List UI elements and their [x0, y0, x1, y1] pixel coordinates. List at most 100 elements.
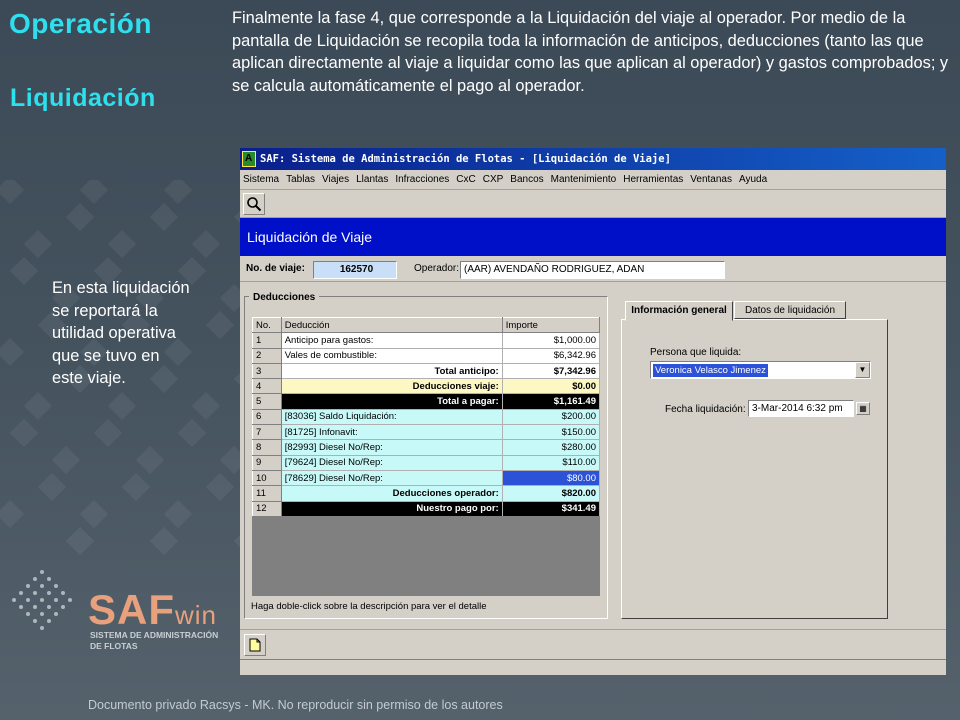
logo-dot	[54, 598, 58, 602]
deductions-table: No. Deducción Importe 1 Anticipo para gas…	[252, 316, 601, 517]
logo-win: win	[175, 600, 218, 630]
diamond-shape	[9, 256, 39, 286]
deduction-description[interactable]: Total anticipo:	[280, 362, 503, 380]
table-row[interactable]: 3 Total anticipo: $7,342.96	[252, 362, 601, 380]
operator-field[interactable]: (AAR) AVENDAÑO RODRIGUEZ, ADAN	[460, 261, 725, 279]
deduction-description[interactable]: Vales de combustible:	[280, 347, 503, 364]
new-document-icon	[249, 638, 261, 652]
menu-bancos[interactable]: Bancos	[510, 174, 543, 185]
deduction-description[interactable]: Total a pagar:	[280, 393, 503, 410]
tab-datos-liquidacion[interactable]: Datos de liquidación	[734, 301, 846, 319]
diamond-shape	[163, 180, 193, 205]
logo-dot	[19, 605, 23, 609]
deduction-description[interactable]: Deducciones viaje:	[280, 378, 503, 395]
column-header-importe[interactable]: Importe	[501, 316, 601, 334]
table-row[interactable]: 9 [79624] Diesel No/Rep: $110.00	[252, 454, 601, 471]
menu-llantas[interactable]: Llantas	[356, 174, 388, 185]
table-row[interactable]: 5 Total a pagar: $1,161.49	[252, 393, 601, 410]
logo-dot	[26, 612, 30, 616]
logo-dot	[33, 605, 37, 609]
deduction-amount: $1,161.49	[501, 393, 601, 410]
logo-dot	[26, 584, 30, 588]
table-row[interactable]: 6 [83036] Saldo Liquidación: $200.00	[252, 408, 601, 426]
menu-sistema[interactable]: Sistema	[243, 174, 279, 185]
deduction-amount: $280.00	[501, 439, 601, 456]
table-row[interactable]: 8 [82993] Diesel No/Rep: $280.00	[252, 439, 601, 456]
row-number: 1	[252, 332, 282, 349]
deduction-description[interactable]: Nuestro pago por:	[280, 500, 503, 517]
menu-cxc[interactable]: CxC	[456, 174, 475, 185]
status-bar	[240, 659, 946, 675]
table-row[interactable]: 10 [78629] Diesel No/Rep: $80.00	[252, 469, 601, 487]
date-label: Fecha liquidación:	[665, 404, 746, 415]
menu-ayuda[interactable]: Ayuda	[739, 174, 767, 185]
deduction-amount: $341.49	[501, 500, 601, 517]
calendar-icon[interactable]: ▦	[856, 402, 870, 415]
table-row[interactable]: 7 [81725] Infonavit: $150.00	[252, 424, 601, 441]
deduction-amount: $820.00	[501, 485, 601, 502]
deduction-amount: $1,000.00	[501, 332, 601, 349]
table-row[interactable]: 11 Deducciones operador: $820.00	[252, 485, 601, 502]
menu-mantenimiento[interactable]: Mantenimiento	[551, 174, 617, 185]
deduction-description[interactable]: [78629] Diesel No/Rep:	[280, 469, 503, 487]
deduction-description[interactable]: [83036] Saldo Liquidación:	[280, 408, 503, 426]
deduction-description[interactable]: [82993] Diesel No/Rep:	[280, 439, 503, 456]
logo-dot	[61, 605, 65, 609]
menu-cxp[interactable]: CXP	[483, 174, 504, 185]
deduction-amount: $110.00	[501, 454, 601, 471]
menu-herramientas[interactable]: Herramientas	[623, 174, 683, 185]
deduction-amount: $0.00	[501, 378, 601, 395]
row-number: 7	[252, 424, 282, 441]
column-header-deduccion[interactable]: Deducción	[280, 316, 503, 334]
row-number: 5	[252, 393, 282, 410]
diamond-shape	[23, 229, 53, 259]
menu-tablas[interactable]: Tablas	[286, 174, 315, 185]
diamond-shape	[0, 180, 25, 205]
trip-number-field[interactable]: 162570	[313, 261, 397, 279]
diamond-shape	[205, 310, 235, 340]
table-row[interactable]: 12 Nuestro pago por: $341.49	[252, 500, 601, 517]
slide-title: Operación	[9, 8, 152, 39]
deduction-description[interactable]: [81725] Infonavit:	[280, 424, 503, 441]
diamond-shape	[163, 499, 193, 529]
menu-infracciones[interactable]: Infracciones	[395, 174, 449, 185]
diamond-shape	[93, 418, 123, 448]
person-select[interactable]: Veronica Velasco Jimenez ▼	[650, 361, 871, 379]
search-button[interactable]	[243, 192, 265, 215]
date-field[interactable]: 3-Mar-2014 6:32 pm	[748, 400, 854, 417]
search-icon	[247, 196, 262, 211]
column-header-no[interactable]: No.	[252, 316, 282, 334]
toolbar	[240, 190, 946, 218]
tab-informacion-general[interactable]: Información general	[625, 301, 733, 321]
chevron-down-icon[interactable]: ▼	[855, 362, 870, 378]
form-header: Liquidación de Viaje	[240, 218, 946, 256]
menu-ventanas[interactable]: Ventanas	[690, 174, 732, 185]
logo-dot	[19, 591, 23, 595]
table-row[interactable]: 2 Vales de combustible: $6,342.96	[252, 347, 601, 364]
logo-dot	[40, 584, 44, 588]
menu-viajes[interactable]: Viajes	[322, 174, 349, 185]
diamond-shape	[65, 202, 95, 232]
table-row[interactable]: 4 Deducciones viaje: $0.00	[252, 378, 601, 395]
row-number: 8	[252, 439, 282, 456]
diamond-shape	[149, 526, 179, 556]
trip-row: No. de viaje: 162570 Operador: (AAR) AVE…	[240, 258, 946, 282]
deductions-group-label: Deducciones	[249, 292, 320, 303]
new-document-button[interactable]	[244, 634, 266, 656]
logo-dot	[33, 591, 37, 595]
deduction-description[interactable]: [79624] Diesel No/Rep:	[280, 454, 503, 471]
deduction-amount: $200.00	[501, 408, 601, 426]
deduction-description[interactable]: Anticipo para gastos:	[280, 332, 503, 349]
logo-subtitle-line2: DE FLOTAS	[90, 641, 138, 651]
table-row[interactable]: 1 Anticipo para gastos: $1,000.00	[252, 332, 601, 349]
footer-note: Documento privado Racsys - MK. No reprod…	[88, 698, 503, 712]
logo-dot	[54, 584, 58, 588]
logo-dot	[47, 591, 51, 595]
deduction-description[interactable]: Deducciones operador:	[280, 485, 503, 502]
deduction-amount: $6,342.96	[501, 347, 601, 364]
logo-wordmark: SAFwin	[88, 586, 217, 634]
logo-subtitle-line1: SISTEMA DE ADMINISTRACIÓN	[90, 630, 219, 640]
logo-dot	[47, 577, 51, 581]
diamond-shape	[107, 229, 137, 259]
window-titlebar[interactable]: SAF: Sistema de Administración de Flotas…	[240, 148, 946, 170]
